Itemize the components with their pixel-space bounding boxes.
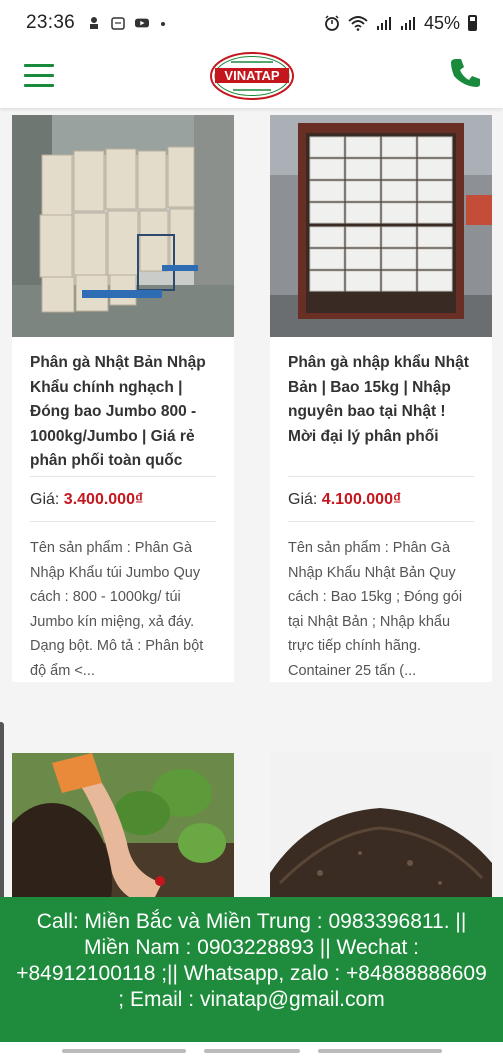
alarm-icon — [325, 15, 339, 31]
nav-indicator — [318, 1049, 442, 1053]
product-price: Giá: 3.400.000₫ — [12, 477, 234, 521]
price-label: Giá: — [288, 491, 318, 508]
signal-icon — [376, 17, 391, 30]
product-card[interactable]: Phân gà nhập khẩu Nhật Bản | Bao 15kg | … — [270, 115, 492, 682]
product-card[interactable]: Phân gà Nhật Bản Nhập Khẩu chính nghạch … — [12, 115, 234, 682]
price-label: Giá: — [30, 491, 60, 508]
contact-bar[interactable]: Call: Miền Bắc và Miền Trung : 098339681… — [0, 897, 503, 1042]
site-header: VINATAP — [0, 46, 503, 108]
hamburger-menu-icon[interactable] — [24, 64, 54, 88]
price-value: 4.100.000₫ — [321, 491, 402, 508]
battery-icon — [468, 15, 477, 31]
navigation-bar — [0, 1042, 503, 1060]
nav-indicator — [62, 1049, 186, 1053]
container-bags-photo — [270, 115, 492, 337]
notification-icon — [90, 17, 99, 29]
phone-icon[interactable] — [448, 56, 482, 90]
calendar-icon — [111, 17, 125, 30]
edge-panel-handle[interactable] — [0, 722, 4, 902]
vinatap-logo[interactable]: VINATAP — [209, 51, 295, 101]
product-description: Tên sản phẩm : Phân Gà Nhập Khẩu túi Jum… — [30, 540, 204, 679]
product-image-jumbo-bags[interactable] — [12, 115, 234, 337]
dot-icon — [161, 22, 166, 26]
product-price: Giá: 4.100.000₫ — [270, 477, 492, 521]
nav-indicator — [204, 1049, 300, 1053]
logo-text: VINATAP — [224, 68, 279, 83]
youtube-icon — [135, 18, 150, 28]
contact-text[interactable]: Call: Miền Bắc và Miền Trung : 098339681… — [16, 910, 487, 1011]
price-value: 3.400.000₫ — [63, 491, 144, 508]
signal-icon-2 — [400, 17, 415, 30]
battery-percent: 45% — [423, 12, 460, 33]
notification-icons — [87, 16, 173, 30]
product-title[interactable]: Phân gà Nhật Bản Nhập Khẩu chính nghạch … — [12, 337, 234, 476]
system-icons: 45% — [324, 13, 477, 34]
status-bar: 23:36 45% — [0, 0, 503, 46]
product-title[interactable]: Phân gà nhập khẩu Nhật Bản | Bao 15kg | … — [270, 337, 492, 476]
jumbo-bags-photo — [12, 115, 234, 337]
clock: 23:36 — [26, 12, 76, 33]
product-image-container-bags[interactable] — [270, 115, 492, 337]
product-description: Tên sản phẩm : Phân Gà Nhập Khẩu Nhật Bả… — [288, 540, 463, 679]
wifi-icon — [348, 16, 368, 31]
